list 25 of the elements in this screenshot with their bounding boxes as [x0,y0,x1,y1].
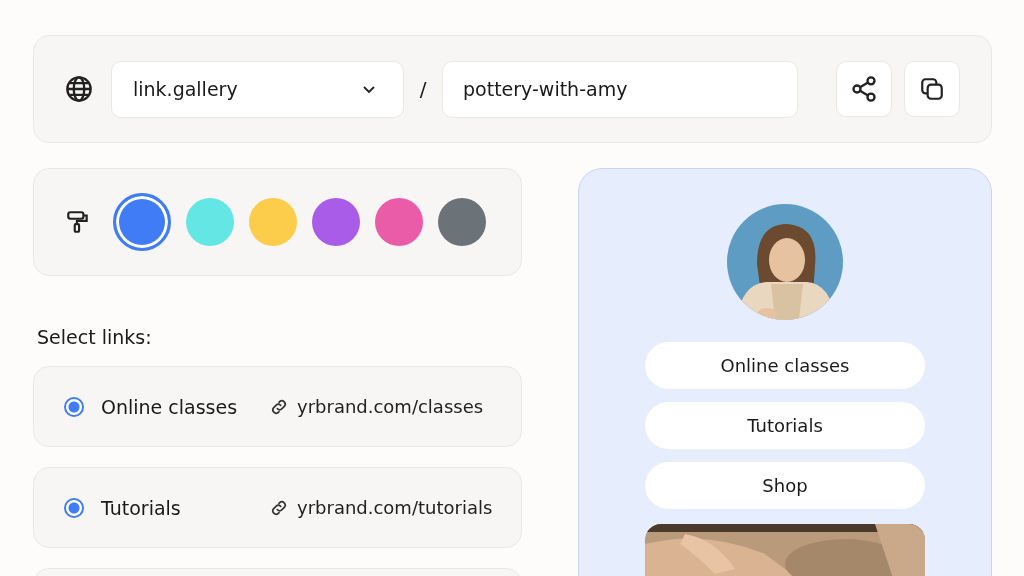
color-swatch[interactable] [375,198,423,246]
color-swatch[interactable] [249,198,297,246]
color-swatch[interactable] [186,198,234,246]
domain-dropdown[interactable]: link.gallery [111,60,404,118]
globe-icon [65,75,93,103]
link-url: yrbrand.com/classes [297,396,484,417]
preview-link-button[interactable]: Online classes [645,342,925,389]
color-swatch[interactable] [312,198,360,246]
links-heading: Select links: [37,326,153,348]
preview-link-button[interactable]: Shop [645,462,925,509]
color-swatch[interactable] [438,198,486,246]
copy-button[interactable] [904,61,960,117]
path-separator: / [418,77,428,101]
paint-roller-icon [65,209,91,235]
share-button[interactable] [836,61,892,117]
preview-link-button[interactable]: Tutorials [645,402,925,449]
radio-button[interactable] [64,497,84,518]
copy-icon [919,76,945,102]
color-swatch[interactable] [113,193,171,251]
radio-button[interactable] [64,396,84,417]
slug-field[interactable]: pottery-with-amy [442,60,798,118]
link-label: Online classes [101,395,239,418]
share-icon [850,75,878,103]
link-url: yrbrand.com/tutorials [297,497,493,518]
link-label: Tutorials [101,496,182,519]
